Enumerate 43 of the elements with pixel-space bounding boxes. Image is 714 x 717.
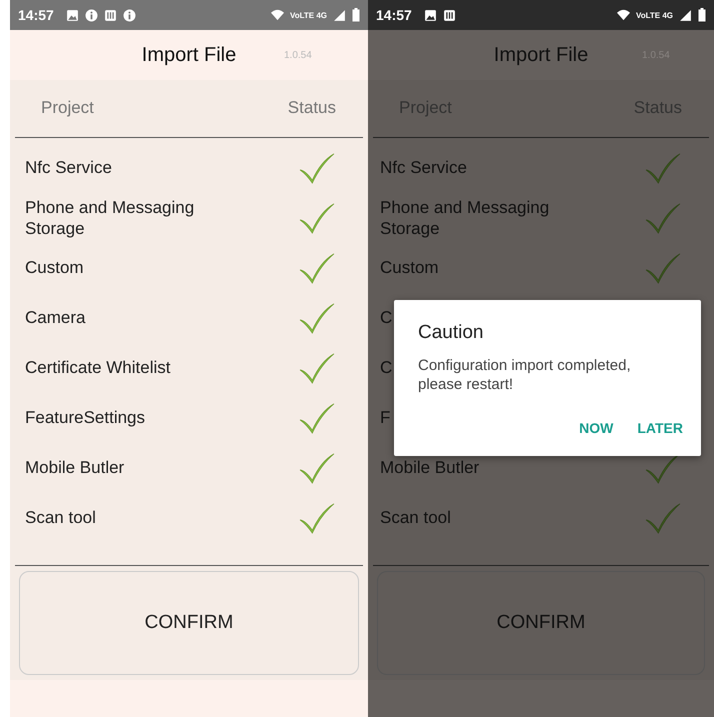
signal-icon (679, 8, 692, 22)
info-icon (122, 8, 136, 22)
signal-icon (333, 8, 346, 22)
project-name: Scan tool (25, 507, 96, 528)
wifi-icon (270, 8, 284, 22)
image-icon (66, 8, 79, 22)
dialog-button[interactable]: NOW (569, 414, 624, 442)
screen-title: Import File (142, 44, 236, 66)
battery-icon (352, 8, 360, 22)
wifi-icon (616, 8, 630, 22)
project-name: C (380, 307, 392, 328)
project-name: FeatureSettings (25, 407, 146, 428)
screen-title: Import File (494, 44, 588, 66)
column-header: Status (288, 98, 336, 118)
confirm-button[interactable]: CONFIRM (19, 571, 359, 675)
project-name: Camera (25, 307, 86, 328)
confirm-button[interactable]: CONFIRM (377, 571, 705, 675)
sim-card-icon (442, 8, 456, 22)
project-name: C (380, 357, 392, 378)
dialog-button[interactable]: LATER (627, 414, 693, 442)
version-label: 1.0.54 (284, 50, 312, 60)
project-name: Certificate Whitelist (25, 357, 170, 378)
project-name: Nfc Service (380, 157, 467, 178)
status-time: 14:57 (18, 7, 54, 23)
project-name: Phone and Messaging Storage (380, 196, 550, 239)
project-name: Nfc Service (25, 157, 112, 178)
project-name: Custom (25, 257, 84, 278)
sim-card-icon (104, 8, 117, 22)
battery-icon (698, 8, 706, 22)
project-name: Mobile Butler (380, 457, 480, 478)
project-name: Mobile Butler (25, 457, 124, 478)
dialog-message: Configuration import completed, please restart! (418, 356, 632, 394)
image-icon (424, 8, 437, 22)
network-label: VoLTE 4G (290, 10, 327, 20)
project-name: F (380, 407, 390, 428)
project-name: Custom (380, 257, 439, 278)
status-time: 14:57 (376, 7, 412, 23)
dialog-title: Caution (418, 322, 484, 344)
network-label: VoLTE 4G (636, 10, 673, 20)
project-name: Scan tool (380, 507, 451, 528)
column-header: Project (41, 98, 94, 118)
project-name: Phone and Messaging Storage (25, 196, 196, 239)
info-icon (84, 8, 98, 22)
